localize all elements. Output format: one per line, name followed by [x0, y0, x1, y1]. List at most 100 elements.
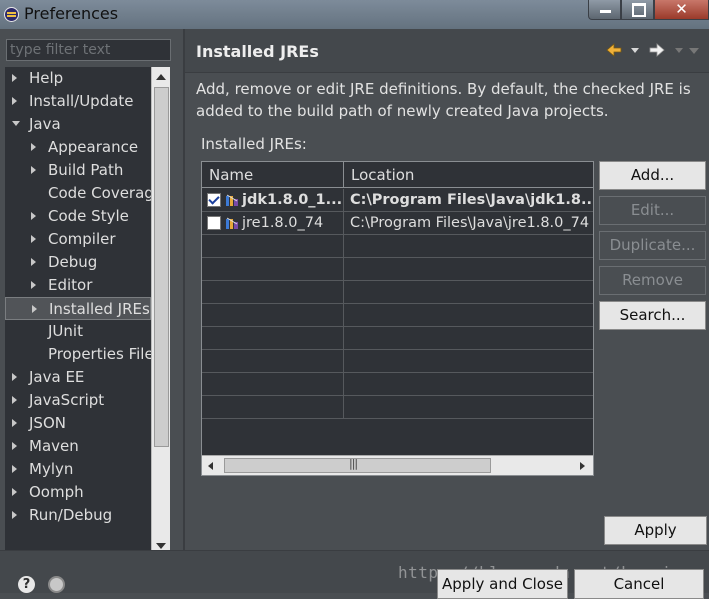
- tree-item-java-ee[interactable]: Java EE: [5, 366, 151, 389]
- jre-location: C:\Program Files\Java\jre1.8.0_74: [350, 215, 590, 231]
- jre-table[interactable]: Name Location jdk1.8.0_1... C:\Program Fi…: [201, 161, 594, 476]
- tree-item-build-path[interactable]: Build Path: [5, 159, 151, 182]
- apply-and-close-button[interactable]: Apply and Close: [437, 569, 568, 599]
- duplicate-button-label: Duplicate...: [609, 236, 696, 254]
- forward-history-dropdown-icon[interactable]: [675, 48, 683, 53]
- expand-arrow-icon[interactable]: [31, 211, 36, 220]
- jre-library-icon: [226, 194, 238, 206]
- scroll-right-arrow-icon[interactable]: [580, 462, 585, 470]
- expand-arrow-icon[interactable]: [12, 441, 17, 450]
- add-button[interactable]: Add...: [599, 161, 706, 190]
- tree-item-label: Compiler: [48, 230, 116, 248]
- tree-item-maven[interactable]: Maven: [5, 435, 151, 458]
- scroll-left-arrow-icon[interactable]: [208, 462, 213, 470]
- help-icon[interactable]: ?: [18, 576, 35, 593]
- tree-item-label: Installed JREs: [49, 300, 150, 318]
- filter-input[interactable]: [6, 39, 171, 61]
- expand-arrow-icon[interactable]: [12, 510, 17, 519]
- location-cell: [344, 304, 593, 327]
- apply-and-close-label: Apply and Close: [442, 575, 563, 593]
- name-cell: [202, 281, 344, 304]
- scroll-thumb[interactable]: [154, 87, 169, 447]
- tree-item-properties-file[interactable]: Properties File: [5, 343, 151, 366]
- tree-item-code-style[interactable]: Code Style: [5, 205, 151, 228]
- expand-arrow-icon[interactable]: [12, 73, 17, 82]
- table-horizontal-scrollbar[interactable]: [202, 455, 593, 475]
- expand-arrow-icon[interactable]: [31, 234, 36, 243]
- scroll-down-arrow-icon[interactable]: [156, 543, 166, 549]
- jre-library-icon: [226, 217, 238, 229]
- name-cell: [202, 327, 344, 350]
- name-cell: [202, 235, 344, 258]
- expand-arrow-icon[interactable]: [31, 280, 36, 289]
- close-button[interactable]: ✕: [654, 0, 709, 20]
- cancel-label: Cancel: [613, 575, 665, 593]
- tree-item-install-update[interactable]: Install/Update: [5, 90, 151, 113]
- default-jre-checkbox[interactable]: [207, 216, 221, 230]
- tree-item-appearance[interactable]: Appearance: [5, 136, 151, 159]
- expand-arrow-icon[interactable]: [12, 395, 17, 404]
- tree-item-mylyn[interactable]: Mylyn: [5, 458, 151, 481]
- tree-item-json[interactable]: JSON: [5, 412, 151, 435]
- tree-item-label: Debug: [48, 253, 98, 271]
- location-cell: [344, 373, 593, 396]
- tree-item-help[interactable]: Help: [5, 67, 151, 90]
- table-row[interactable]: jre1.8.0_74 C:\Program Files\Java\jre1.8.…: [202, 212, 593, 235]
- expand-arrow-icon[interactable]: [32, 304, 37, 313]
- tree-item-editor[interactable]: Editor: [5, 274, 151, 297]
- forward-arrow-icon[interactable]: [648, 41, 666, 59]
- tree-item-junit[interactable]: JUnit: [5, 320, 151, 343]
- minimize-button[interactable]: [588, 0, 621, 20]
- tree-item-label: Install/Update: [29, 92, 134, 110]
- empty-table-row: [202, 396, 593, 419]
- tree-item-label: Appearance: [48, 138, 139, 156]
- tree-item-label: Maven: [29, 437, 79, 455]
- title-bar[interactable]: Preferences ✕: [0, 0, 709, 29]
- installed-jres-label: Installed JREs:: [201, 135, 307, 153]
- tree-item-run-debug[interactable]: Run/Debug: [5, 504, 151, 527]
- tree-item-label: Run/Debug: [29, 506, 113, 524]
- view-menu-icon[interactable]: [689, 48, 699, 54]
- search-button[interactable]: Search...: [599, 301, 706, 330]
- empty-table-row: [202, 350, 593, 373]
- expand-arrow-icon[interactable]: [12, 372, 17, 381]
- location-cell: [344, 258, 593, 281]
- cancel-button[interactable]: Cancel: [574, 569, 704, 599]
- jre-location: C:\Program Files\Java\jdk1.8....: [350, 192, 593, 208]
- remove-button[interactable]: Remove: [599, 266, 706, 295]
- expand-arrow-icon[interactable]: [12, 96, 17, 105]
- import-export-icon[interactable]: [48, 576, 65, 593]
- scroll-up-arrow-icon[interactable]: [156, 74, 166, 80]
- table-row[interactable]: jdk1.8.0_1... C:\Program Files\Java\jdk1.…: [202, 189, 593, 212]
- back-history-dropdown-icon[interactable]: [631, 48, 639, 53]
- collapse-arrow-icon[interactable]: [12, 121, 20, 126]
- tree-item-compiler[interactable]: Compiler: [5, 228, 151, 251]
- expand-arrow-icon[interactable]: [12, 464, 17, 473]
- location-cell: C:\Program Files\Java\jdk1.8....: [344, 189, 593, 212]
- apply-button[interactable]: Apply: [604, 516, 707, 545]
- add-button-label: Add...: [630, 166, 675, 184]
- tree-item-oomph[interactable]: Oomph: [5, 481, 151, 504]
- column-header-name[interactable]: Name: [202, 162, 344, 188]
- location-cell: [344, 350, 593, 373]
- search-button-label: Search...: [619, 306, 686, 324]
- scroll-thumb[interactable]: [224, 457, 491, 473]
- column-header-location[interactable]: Location: [344, 162, 593, 188]
- expand-arrow-icon[interactable]: [31, 165, 36, 174]
- expand-arrow-icon[interactable]: [12, 418, 17, 427]
- back-arrow-icon[interactable]: [605, 41, 623, 59]
- expand-arrow-icon[interactable]: [12, 487, 17, 496]
- location-cell: [344, 235, 593, 258]
- default-jre-checkbox[interactable]: [207, 193, 221, 207]
- tree-item-installed-jres[interactable]: Installed JREs: [5, 297, 151, 320]
- expand-arrow-icon[interactable]: [31, 142, 36, 151]
- tree-item-java[interactable]: Java: [5, 113, 151, 136]
- maximize-button[interactable]: [621, 0, 654, 20]
- edit-button[interactable]: Edit...: [599, 196, 706, 225]
- tree-item-code-coverag[interactable]: Code Coverag: [5, 182, 151, 205]
- tree-vertical-scrollbar[interactable]: [151, 67, 170, 556]
- expand-arrow-icon[interactable]: [31, 257, 36, 266]
- tree-item-javascript[interactable]: JavaScript: [5, 389, 151, 412]
- duplicate-button[interactable]: Duplicate...: [599, 231, 706, 260]
- tree-item-debug[interactable]: Debug: [5, 251, 151, 274]
